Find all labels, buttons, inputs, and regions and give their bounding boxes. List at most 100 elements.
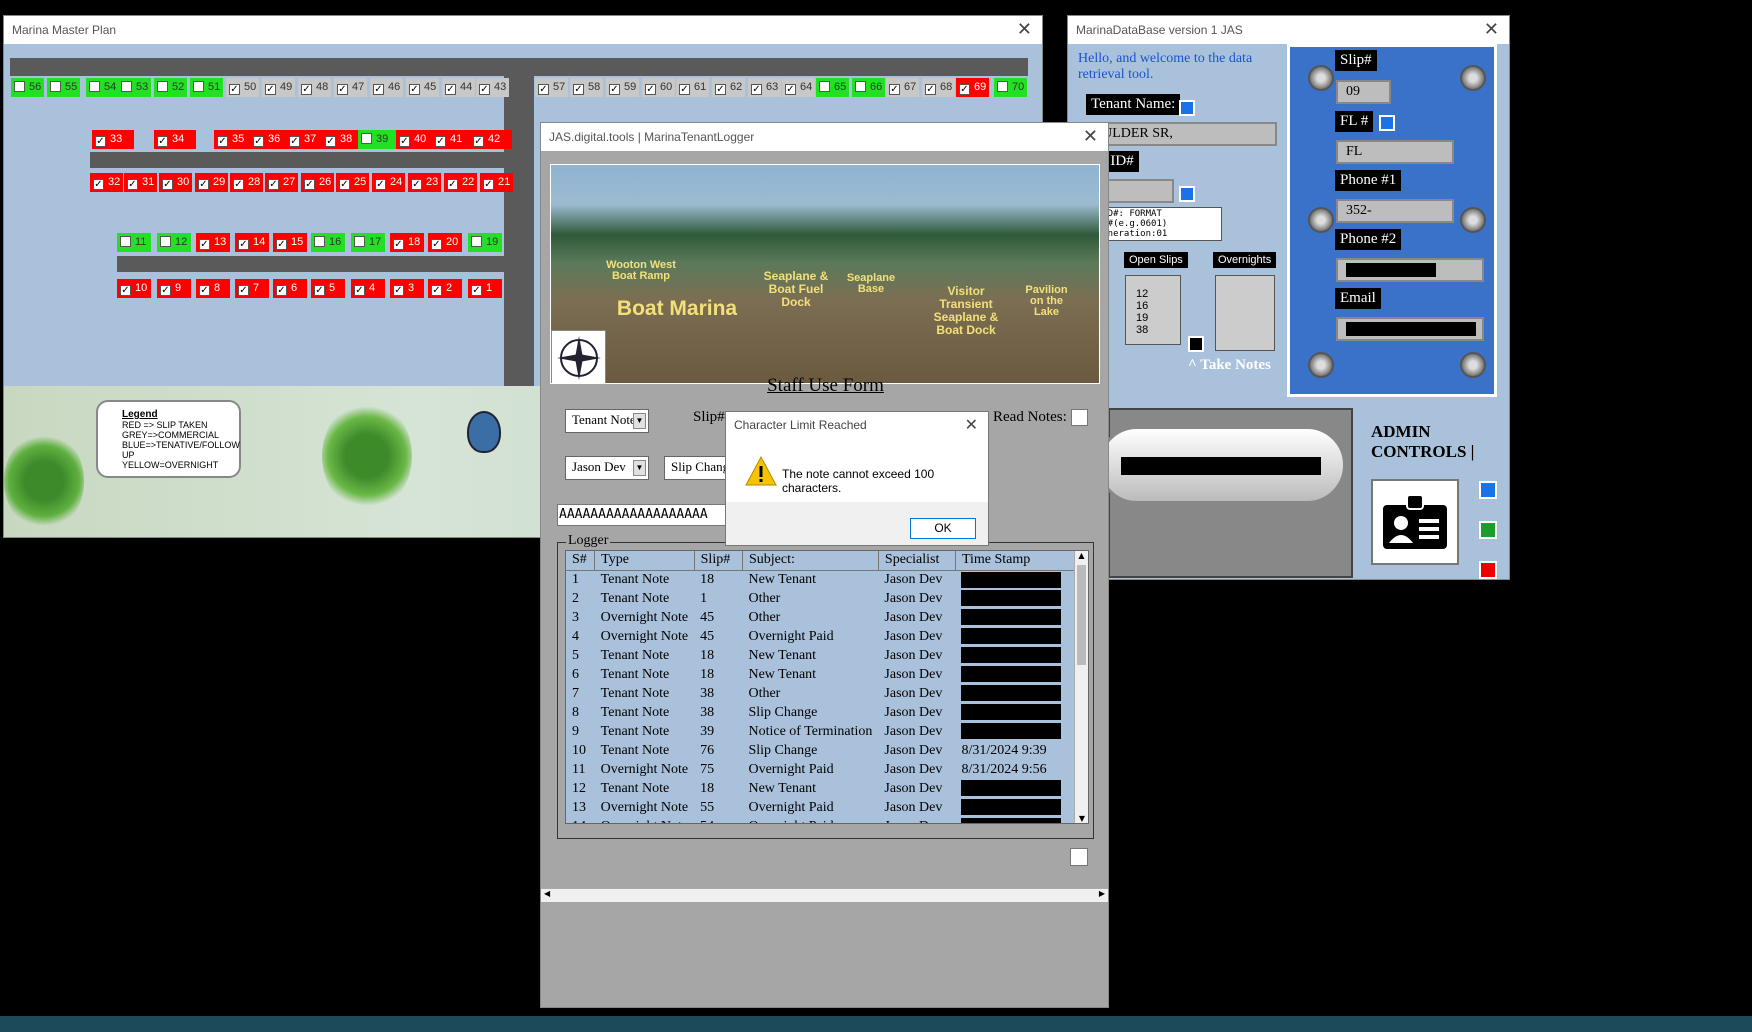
column-header[interactable]: Type <box>594 551 695 571</box>
email-field[interactable] <box>1336 317 1484 341</box>
slip-69[interactable]: ✓ 69 <box>956 78 989 97</box>
slip-checkbox[interactable] <box>855 81 866 92</box>
slip-7[interactable]: ✓ 7 <box>235 279 269 298</box>
slip-49[interactable]: ✓ 49 <box>262 78 295 97</box>
slip-39[interactable]: 39 <box>358 130 400 149</box>
slip-checkbox[interactable]: ✓ <box>538 84 549 95</box>
slip-52[interactable]: 52 <box>154 78 187 97</box>
table-row[interactable]: 13 Overnight Note 55 Overnight Paid Jason De… <box>566 798 1075 817</box>
slip-checkbox[interactable] <box>160 236 171 247</box>
slip-24[interactable]: ✓ 24 <box>372 173 405 192</box>
slip-15[interactable]: ✓ 15 <box>273 233 307 252</box>
slip-checkbox[interactable]: ✓ <box>339 179 350 190</box>
slip-31[interactable]: ✓ 31 <box>124 173 157 192</box>
slip-42[interactable]: ✓ 42 <box>470 130 512 149</box>
slip-checkbox[interactable] <box>819 81 830 92</box>
slip-checkbox[interactable]: ✓ <box>573 84 584 95</box>
scroll-up-icon[interactable]: ▲ <box>1075 551 1088 560</box>
table-row[interactable]: 3 Overnight Note 45 Other Jason Dev <box>566 608 1075 627</box>
slip-checkbox[interactable]: ✓ <box>238 285 249 296</box>
slip-55[interactable]: 55 <box>47 78 80 97</box>
slip-61[interactable]: ✓ 61 <box>676 78 709 97</box>
slip-checkbox[interactable]: ✓ <box>253 136 264 147</box>
tenant-name-field[interactable]: OULDER SR, <box>1082 122 1277 146</box>
slip-56[interactable]: 56 <box>11 78 44 97</box>
slip-checkbox[interactable]: ✓ <box>276 239 287 250</box>
slip-checkbox[interactable]: ✓ <box>483 179 494 190</box>
slip-1[interactable]: ✓ 1 <box>468 279 502 298</box>
table-row[interactable]: 1 Tenant Note 18 New Tenant Jason Dev <box>566 570 1075 589</box>
blue-toggle[interactable] <box>1179 100 1195 116</box>
slip-checkbox[interactable]: ✓ <box>679 84 690 95</box>
slip-26[interactable]: ✓ 26 <box>301 173 334 192</box>
slip-checkbox[interactable]: ✓ <box>959 84 970 95</box>
close-icon[interactable]: ✕ <box>1017 19 1032 40</box>
slip-53[interactable]: 53 <box>118 78 151 97</box>
slip-57[interactable]: ✓ 57 <box>535 78 568 97</box>
list-item[interactable]: 12 <box>1136 288 1180 300</box>
slip-checkbox[interactable]: ✓ <box>199 239 210 250</box>
slip-checkbox[interactable]: ✓ <box>435 136 446 147</box>
slip-46[interactable]: ✓ 46 <box>370 78 403 97</box>
slip-checkbox[interactable] <box>120 236 131 247</box>
slip-54[interactable]: 54 <box>86 78 119 97</box>
slip-65[interactable]: 65 <box>816 78 849 97</box>
slip-66[interactable]: 66 <box>852 78 885 97</box>
slip-checkbox[interactable]: ✓ <box>268 179 279 190</box>
column-header[interactable]: Slip# <box>694 551 743 571</box>
slip-checkbox[interactable] <box>14 81 25 92</box>
staff-combo[interactable]: Jason Dev ▼ <box>565 456 649 480</box>
admin-green-toggle[interactable] <box>1479 521 1497 539</box>
slip-checkbox[interactable]: ✓ <box>276 285 287 296</box>
slip-checkbox[interactable]: ✓ <box>289 136 300 147</box>
slip-30[interactable]: ✓ 30 <box>159 173 192 192</box>
slip-checkbox[interactable]: ✓ <box>445 84 456 95</box>
column-header[interactable]: S# <box>566 551 596 571</box>
table-row[interactable]: 6 Tenant Note 18 New Tenant Jason Dev <box>566 665 1075 684</box>
table-row[interactable]: 5 Tenant Note 18 New Tenant Jason Dev <box>566 646 1075 665</box>
type-combo[interactable]: Tenant Note ▼ <box>565 409 649 433</box>
slip-47[interactable]: ✓ 47 <box>334 78 367 97</box>
slip-45[interactable]: ✓ 45 <box>406 78 439 97</box>
close-icon[interactable]: ✕ <box>965 415 978 435</box>
slip-checkbox[interactable]: ✓ <box>198 179 209 190</box>
table-row[interactable]: 7 Tenant Note 38 Other Jason Dev <box>566 684 1075 703</box>
table-row[interactable]: 11 Overnight Note 75 Overnight Paid Jason De… <box>566 760 1075 779</box>
slip-44[interactable]: ✓ 44 <box>442 78 475 97</box>
slip-32[interactable]: ✓ 32 <box>90 173 123 192</box>
slip-checkbox[interactable]: ✓ <box>199 285 210 296</box>
logger-table[interactable]: S# Type Slip# Subject: Specialist Time Stamp … <box>565 550 1089 824</box>
slip-23[interactable]: ✓ 23 <box>408 173 441 192</box>
slip-checkbox[interactable]: ✓ <box>95 136 106 147</box>
slip-checkbox[interactable]: ✓ <box>233 179 244 190</box>
slip-checkbox[interactable]: ✓ <box>238 239 249 250</box>
slip-checkbox[interactable]: ✓ <box>217 136 228 147</box>
slip-checkbox[interactable]: ✓ <box>301 84 312 95</box>
slip-checkbox[interactable]: ✓ <box>751 84 762 95</box>
tenant-name-pill[interactable] <box>1098 426 1346 504</box>
slip-checkbox[interactable]: ✓ <box>162 179 173 190</box>
slip-70[interactable]: 70 <box>994 78 1027 97</box>
slip-17[interactable]: 17 <box>351 233 385 252</box>
list-item[interactable]: 19 <box>1136 312 1180 324</box>
slip-checkbox[interactable] <box>50 81 61 92</box>
slip-20[interactable]: ✓ 20 <box>428 233 462 252</box>
slip-checkbox[interactable]: ✓ <box>925 84 936 95</box>
phone2-field[interactable] <box>1336 258 1484 282</box>
column-header[interactable]: Time Stamp <box>955 551 1076 571</box>
slip-33[interactable]: ✓ 33 <box>92 130 134 149</box>
slip-checkbox[interactable] <box>157 81 168 92</box>
slip-50[interactable]: ✓ 50 <box>226 78 259 97</box>
blue-toggle[interactable] <box>1179 186 1195 202</box>
close-icon[interactable]: ✕ <box>1484 19 1499 40</box>
slip-checkbox[interactable]: ✓ <box>314 285 325 296</box>
slip-29[interactable]: ✓ 29 <box>195 173 228 192</box>
slip-checkbox[interactable]: ✓ <box>160 285 171 296</box>
close-icon[interactable]: ✕ <box>1083 126 1098 147</box>
take-notes-link[interactable]: ^ Take Notes <box>1188 357 1271 374</box>
slip-10[interactable]: ✓ 10 <box>117 279 151 298</box>
ok-button[interactable]: OK <box>910 518 976 539</box>
slip-11[interactable]: 11 <box>117 233 151 252</box>
read-notes-checkbox[interactable] <box>1071 409 1088 426</box>
slip-4[interactable]: ✓ 4 <box>351 279 385 298</box>
